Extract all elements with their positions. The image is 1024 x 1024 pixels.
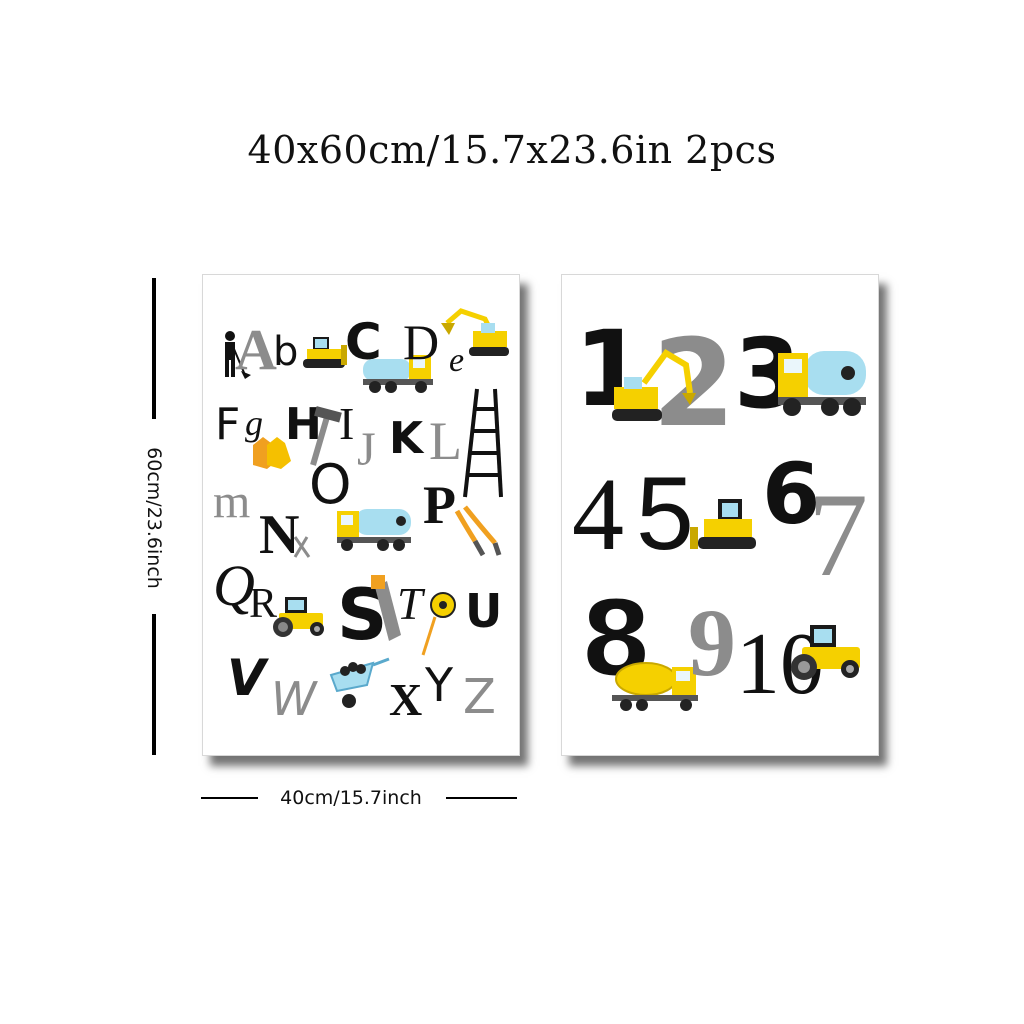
letter-g: g: [245, 403, 263, 443]
digit-7: 7: [808, 468, 868, 601]
letter-W: W: [271, 672, 318, 726]
letter-e: e: [449, 342, 464, 379]
digit-2: 2: [652, 315, 736, 454]
digit-9: 9: [688, 589, 736, 696]
width-dimension-label: 40cm/15.7inch: [280, 787, 422, 809]
height-dimension-label: 60cm/23.6inch: [143, 447, 165, 589]
letter-R: R: [249, 581, 277, 627]
letter-V: V: [227, 649, 269, 707]
product-size-title: 40x60cm/15.7x23.6in 2pcs: [247, 128, 777, 172]
water-truck-icon: [778, 351, 866, 416]
letter-A: A: [235, 317, 277, 382]
numbers-poster: 1 2 3 4 5 6 7 8 9 10: [561, 274, 879, 756]
width-dimension-line-left: [201, 797, 258, 799]
tape-measure-icon: [421, 592, 456, 656]
letter-D: D: [403, 314, 439, 370]
water-truck-icon: [337, 509, 411, 551]
height-dimension-line-bottom: [152, 614, 156, 755]
letter-Z: Z: [463, 669, 496, 725]
ladder-icon: [463, 388, 503, 498]
width-dimension-line-right: [446, 797, 517, 799]
letter-T: T: [397, 578, 426, 629]
digit-5: 5: [636, 456, 694, 572]
road-roller-icon: [273, 597, 324, 637]
letter-I: I: [339, 398, 354, 449]
letter-K: K: [389, 413, 425, 464]
letter-b: b: [273, 329, 298, 375]
wheelbarrow-icon: [329, 657, 390, 708]
letter-P: P: [423, 475, 456, 535]
letter-H: H: [285, 399, 322, 450]
letter-O: O: [309, 453, 352, 516]
alphabet-poster: A b C D e F g H I J K L m N O P Q R S T …: [202, 274, 520, 756]
height-dimension-line-top: [152, 278, 156, 419]
cement-mixer-icon: [612, 662, 698, 711]
letter-U: U: [465, 584, 502, 638]
letter-X: X: [389, 674, 422, 725]
pliers-icon: [454, 505, 502, 557]
letter-J: J: [357, 423, 376, 476]
bulldozer-icon: [303, 337, 347, 368]
letter-N: N: [259, 504, 299, 566]
bulldozer-icon: [690, 499, 756, 549]
letter-m: m: [213, 475, 250, 528]
digit-4: 4: [572, 457, 624, 572]
letter-Y: Y: [424, 658, 454, 712]
letter-F: F: [215, 399, 240, 450]
letter-L: L: [429, 411, 462, 471]
